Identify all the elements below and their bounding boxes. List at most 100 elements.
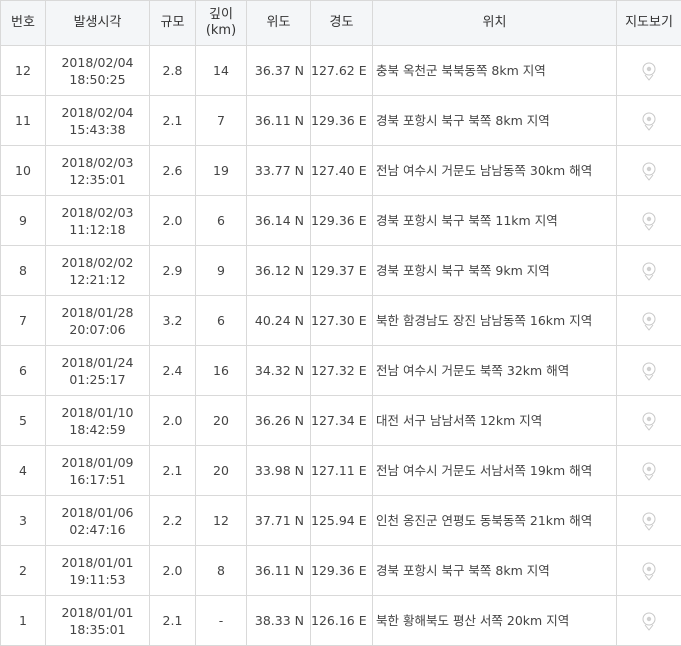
table-row: 12 2018/02/04 18:50:25 2.8 14 36.37 N 12… [0,45,681,96]
cell-map [616,245,681,296]
cell-time: 2018/01/01 19:11:53 [45,545,150,596]
table-row: 10 2018/02/03 12:35:01 2.6 19 33.77 N 12… [0,145,681,196]
cell-no: 1 [0,595,46,646]
cell-clock: 19:11:53 [69,571,126,587]
map-pin-icon[interactable] [638,160,660,182]
cell-longitude: 127.40 E [310,145,373,196]
cell-depth: 6 [195,295,247,346]
cell-location: 경북 포항시 북구 북쪽 11km 지역 [372,195,617,246]
cell-time: 2018/02/03 12:35:01 [45,145,150,196]
cell-date: 2018/01/01 [61,554,134,570]
cell-magnitude: 2.8 [149,45,196,96]
cell-map [616,395,681,446]
header-location: 위치 [372,0,617,46]
map-pin-icon[interactable] [638,460,660,482]
cell-date: 2018/02/04 [61,54,134,70]
cell-map [616,195,681,246]
cell-map [616,145,681,196]
map-pin-icon[interactable] [638,410,660,432]
cell-latitude: 34.32 N [246,345,311,396]
cell-magnitude: 2.0 [149,395,196,446]
map-pin-icon[interactable] [638,310,660,332]
map-pin-icon[interactable] [638,110,660,132]
cell-no: 10 [0,145,46,196]
cell-location: 경북 포항시 북구 북쪽 8km 지역 [372,95,617,146]
cell-time: 2018/02/04 15:43:38 [45,95,150,146]
cell-no: 12 [0,45,46,96]
map-pin-icon[interactable] [638,60,660,82]
cell-longitude: 127.11 E [310,445,373,496]
cell-map [616,595,681,646]
map-pin-icon[interactable] [638,260,660,282]
cell-time: 2018/01/10 18:42:59 [45,395,150,446]
cell-location: 전남 여수시 거문도 북쪽 32km 해역 [372,345,617,396]
cell-location: 북한 황해북도 평산 서쪽 20km 지역 [372,595,617,646]
cell-map [616,495,681,546]
cell-depth: - [195,595,247,646]
map-pin-icon[interactable] [638,210,660,232]
cell-clock: 20:07:06 [69,321,126,337]
map-pin-icon[interactable] [638,560,660,582]
cell-date: 2018/01/09 [61,454,134,470]
cell-longitude: 126.16 E [310,595,373,646]
cell-no: 9 [0,195,46,246]
cell-magnitude: 2.1 [149,445,196,496]
table-row: 4 2018/01/09 16:17:51 2.1 20 33.98 N 127… [0,445,681,496]
cell-magnitude: 2.4 [149,345,196,396]
cell-map [616,95,681,146]
cell-depth: 12 [195,495,247,546]
cell-clock: 02:47:16 [69,521,126,537]
cell-map [616,345,681,396]
cell-time: 2018/01/28 20:07:06 [45,295,150,346]
cell-depth: 9 [195,245,247,296]
cell-clock: 12:21:12 [69,271,126,287]
cell-depth: 7 [195,95,247,146]
cell-no: 8 [0,245,46,296]
cell-depth: 19 [195,145,247,196]
cell-depth: 14 [195,45,247,96]
cell-map [616,295,681,346]
cell-date: 2018/02/02 [61,254,134,270]
cell-clock: 11:12:18 [69,221,126,237]
table-row: 11 2018/02/04 15:43:38 2.1 7 36.11 N 129… [0,95,681,146]
cell-latitude: 36.37 N [246,45,311,96]
table-row: 2 2018/01/01 19:11:53 2.0 8 36.11 N 129.… [0,545,681,596]
cell-magnitude: 2.0 [149,545,196,596]
table-row: 6 2018/01/24 01:25:17 2.4 16 34.32 N 127… [0,345,681,396]
cell-clock: 18:50:25 [69,71,126,87]
map-pin-icon[interactable] [638,360,660,382]
header-magnitude: 규모 [149,0,196,46]
cell-location: 대전 서구 남남서쪽 12km 지역 [372,395,617,446]
cell-latitude: 40.24 N [246,295,311,346]
cell-location: 충북 옥천군 북북동쪽 8km 지역 [372,45,617,96]
cell-latitude: 33.77 N [246,145,311,196]
cell-date: 2018/01/06 [61,504,134,520]
table-row: 1 2018/01/01 18:35:01 2.1 - 38.33 N 126.… [0,595,681,646]
cell-longitude: 125.94 E [310,495,373,546]
cell-time: 2018/02/04 18:50:25 [45,45,150,96]
cell-clock: 18:42:59 [69,421,126,437]
cell-latitude: 36.12 N [246,245,311,296]
cell-no: 4 [0,445,46,496]
cell-location: 인천 옹진군 연평도 동북동쪽 21km 해역 [372,495,617,546]
header-row: 번호 발생시각 규모 깊이 (km) 위도 경도 위치 지도보기 [0,0,681,46]
cell-date: 2018/01/24 [61,354,134,370]
cell-map [616,45,681,96]
cell-latitude: 37.71 N [246,495,311,546]
cell-no: 6 [0,345,46,396]
cell-longitude: 127.62 E [310,45,373,96]
cell-longitude: 129.37 E [310,245,373,296]
cell-latitude: 36.11 N [246,545,311,596]
cell-magnitude: 2.2 [149,495,196,546]
cell-location: 경북 포항시 북구 북쪽 8km 지역 [372,545,617,596]
header-depth-unit: (km) [205,23,237,38]
map-pin-icon[interactable] [638,510,660,532]
cell-depth: 20 [195,395,247,446]
header-map: 지도보기 [616,0,681,46]
cell-time: 2018/02/03 11:12:18 [45,195,150,246]
cell-latitude: 33.98 N [246,445,311,496]
map-pin-icon[interactable] [638,610,660,632]
cell-longitude: 127.32 E [310,345,373,396]
cell-magnitude: 3.2 [149,295,196,346]
cell-latitude: 38.33 N [246,595,311,646]
